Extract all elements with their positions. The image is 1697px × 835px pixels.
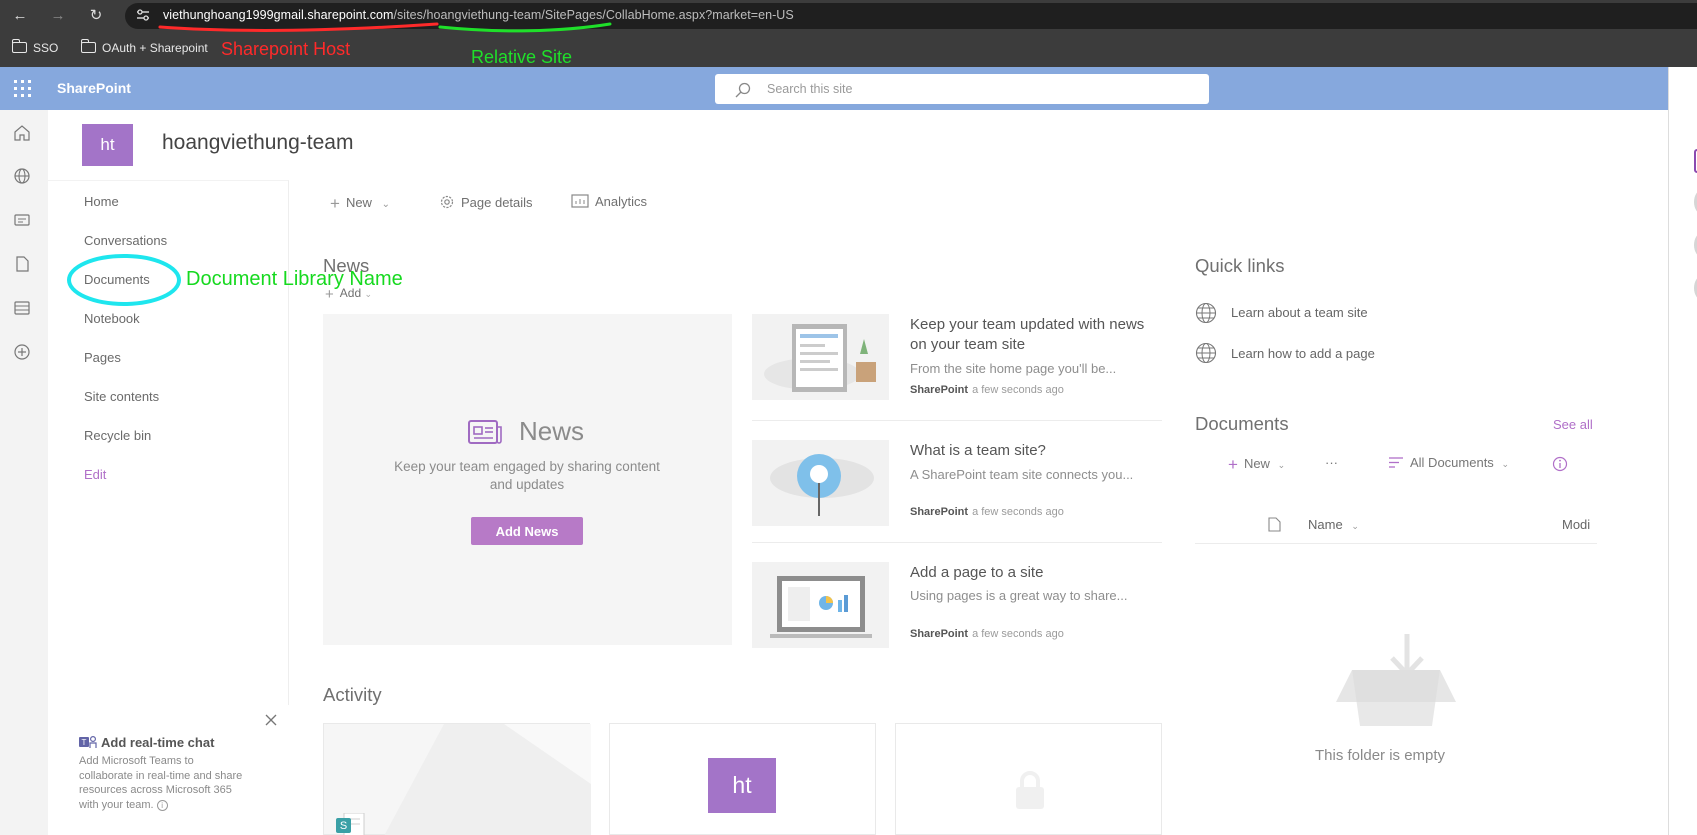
sharepoint-host-annotation: Sharepoint Host bbox=[221, 39, 351, 59]
screen: ← → ↻ viethunghoang1999gmail.sharepoint.… bbox=[0, 0, 1697, 835]
relative-site-annotation: Relative Site bbox=[471, 47, 573, 67]
annotation-strokes bbox=[67, 22, 612, 306]
document-library-annotation: Document Library Name bbox=[186, 268, 403, 290]
